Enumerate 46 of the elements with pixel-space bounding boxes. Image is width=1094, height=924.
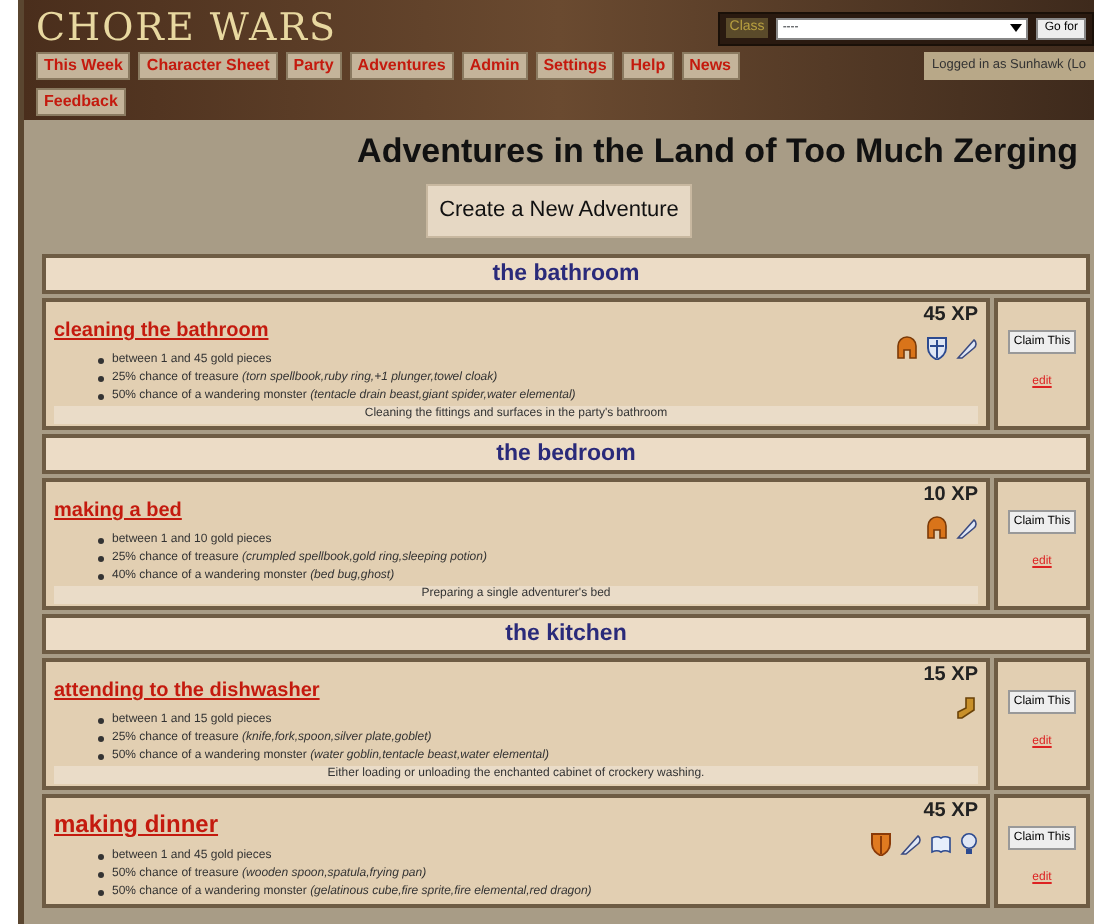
dropdown-arrow-icon[interactable]	[1010, 19, 1023, 37]
nav-tab[interactable]: Adventures	[349, 52, 454, 80]
bullet-icon	[98, 853, 104, 860]
xp-value: 15 XP	[923, 663, 978, 688]
nav-tab[interactable]: Admin	[461, 52, 528, 80]
bullet-icon	[98, 393, 104, 400]
quill-icon	[956, 515, 978, 540]
bullet-icon	[98, 735, 104, 742]
nav-tab[interactable]: News	[681, 52, 740, 80]
shield-icon	[870, 831, 892, 856]
nav-tab[interactable]: Party	[285, 52, 342, 80]
book-icon	[930, 831, 952, 856]
nav-tab[interactable]: Settings	[535, 52, 615, 80]
nav-tab[interactable]: Help	[622, 52, 674, 80]
helmet-icon	[896, 335, 918, 360]
bullet-icon	[98, 537, 104, 544]
shield-icon	[926, 335, 948, 360]
bullet-icon	[98, 871, 104, 878]
room-heading: the bathroom	[42, 253, 1090, 294]
nav-tab[interactable]: This Week	[36, 52, 131, 80]
nav-tab[interactable]: Feedback	[36, 88, 126, 116]
bullet-icon	[98, 573, 104, 580]
room-heading: the bedroom	[42, 433, 1090, 474]
adventure-link[interactable]: cleaning the bathroom	[54, 319, 269, 342]
bullet-icon	[98, 753, 104, 760]
bullet-icon	[98, 555, 104, 562]
xp-value: 10 XP	[923, 483, 978, 508]
quill-icon	[956, 335, 978, 360]
bullet-icon	[98, 717, 104, 724]
adventure-link[interactable]: making dinner	[54, 809, 219, 838]
page-title: Adventures in the Land of Too Much Zerging	[355, 132, 1080, 173]
helmet-icon	[926, 515, 948, 540]
room-heading: the kitchen	[42, 613, 1090, 654]
xp-value: 45 XP	[923, 303, 978, 328]
nav-tab[interactable]: Character Sheet	[138, 52, 278, 80]
adventure-link[interactable]: attending to the dishwasher	[54, 679, 320, 702]
adventure-link[interactable]: making a bed	[54, 499, 182, 522]
quill-icon	[900, 831, 922, 856]
create-adventure-button[interactable]: Create a New Adventure	[425, 184, 693, 238]
bullet-icon	[98, 357, 104, 364]
bullet-icon	[98, 889, 104, 896]
xp-value: 45 XP	[923, 799, 978, 824]
bullet-icon	[98, 375, 104, 382]
bulb-icon	[960, 831, 978, 856]
boot-icon	[956, 695, 978, 720]
logo[interactable]: CHORE WARS	[36, 4, 338, 52]
